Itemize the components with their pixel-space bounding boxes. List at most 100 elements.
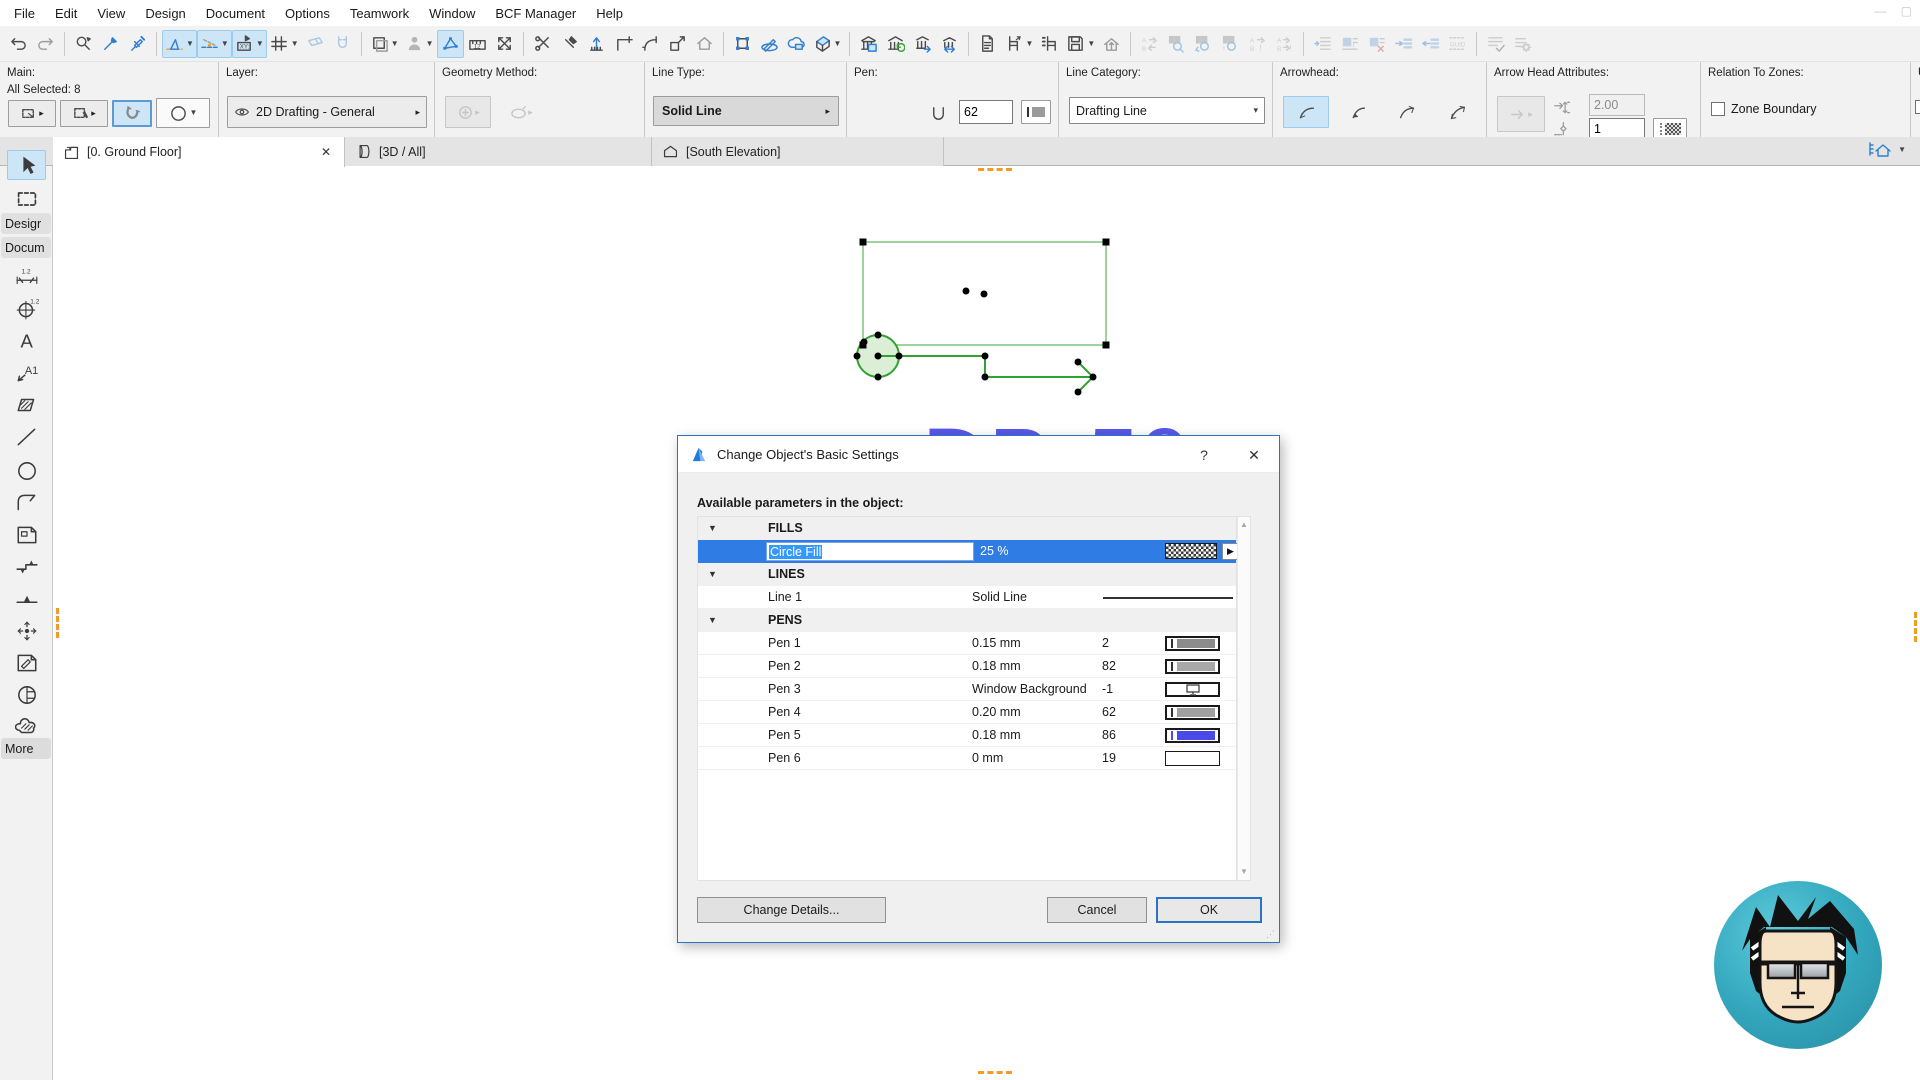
fill-pattern-swatch[interactable] <box>1165 543 1217 559</box>
find-previous-button[interactable]: A <box>1190 30 1217 58</box>
split-button[interactable] <box>529 30 556 58</box>
polyline-tool[interactable] <box>7 488 46 518</box>
new-document-button[interactable] <box>974 30 1001 58</box>
parameter-row-pen-3[interactable]: Pen 3 Window Background -1 <box>698 678 1236 701</box>
arrowhead-size-field[interactable] <box>1589 94 1645 116</box>
table-scrollbar[interactable]: ▲ ▼ <box>1237 516 1251 881</box>
dropdown-caret-icon[interactable]: ▼ <box>391 40 399 48</box>
selection-mode-button[interactable]: ▸ <box>8 100 56 127</box>
snap-grid-button[interactable]: ▼ <box>267 30 302 58</box>
find-a-button[interactable]: A <box>1163 30 1190 58</box>
parameter-value[interactable]: 0.20 mm <box>972 705 1102 719</box>
scroll-down-icon[interactable]: ▼ <box>1239 866 1249 878</box>
parameter-value[interactable]: 0.15 mm <box>972 636 1102 650</box>
parameter-name[interactable]: Pen 6 <box>742 751 972 765</box>
toolbox-group-design[interactable]: Desigr <box>1 213 51 234</box>
parameter-value[interactable]: Window Background <box>972 682 1102 696</box>
parameter-value[interactable]: 25 % <box>980 544 1009 558</box>
parameter-row-pen-5[interactable]: Pen 5 0.18 mm 86 <box>698 724 1236 747</box>
fill-tool[interactable] <box>7 390 46 420</box>
replace-all-ab-button[interactable]: AB! <box>1271 30 1298 58</box>
element-snap-button[interactable] <box>437 30 464 58</box>
guid-button[interactable]: GUID <box>1444 30 1471 58</box>
arrowhead-pen-swatch[interactable] <box>1653 118 1687 137</box>
parameter-name[interactable]: Pen 2 <box>742 659 972 673</box>
element-remove-button[interactable] <box>1363 30 1390 58</box>
dropdown-caret-icon[interactable]: ▼ <box>834 40 842 48</box>
find-next-button[interactable]: A! <box>1217 30 1244 58</box>
parameter-row-line-1[interactable]: Line 1 Solid Line <box>698 586 1236 609</box>
guide-lines-button[interactable]: ▼ <box>162 30 197 58</box>
fillet-button[interactable] <box>637 30 664 58</box>
line-type-selector[interactable]: Solid Line ▸ <box>653 96 839 126</box>
guide-marker-bottom[interactable] <box>978 1071 1012 1074</box>
parameter-value[interactable]: 0.18 mm <box>972 659 1102 673</box>
home-story-button[interactable] <box>691 30 718 58</box>
guide-marker-left[interactable] <box>56 608 59 638</box>
detail-tool[interactable] <box>7 680 46 710</box>
cloud-button[interactable] <box>783 30 810 58</box>
parameter-value[interactable]: 0.18 mm <box>972 728 1102 742</box>
parameter-value[interactable]: Solid Line <box>972 590 1102 604</box>
zoom-to-selection-button[interactable] <box>70 30 97 58</box>
object-settings-button[interactable]: ▼ <box>1001 30 1036 58</box>
arrowhead-pen-field[interactable] <box>1589 118 1645 137</box>
marquee-tool[interactable] <box>7 184 46 214</box>
menu-edit[interactable]: Edit <box>45 6 87 21</box>
dropdown-caret-icon[interactable]: ▼ <box>1025 40 1033 48</box>
navigator-popup-button[interactable]: ▼ <box>1868 140 1906 160</box>
parameter-name[interactable]: Line 1 <box>742 590 972 604</box>
circle-tool[interactable] <box>7 456 46 486</box>
snap-guides-button[interactable]: ▼ <box>197 30 232 58</box>
pen-number-field[interactable] <box>959 100 1013 124</box>
geometry-method-ellipse-button[interactable]: ▸ <box>499 96 543 128</box>
object-list-button[interactable] <box>1036 30 1063 58</box>
dialog-help-button[interactable]: ? <box>1191 444 1217 466</box>
dropdown-caret-icon[interactable]: ▼ <box>256 40 264 48</box>
arrowhead-style-2-button[interactable] <box>1335 96 1379 128</box>
dropdown-caret-icon[interactable]: ▼ <box>186 40 194 48</box>
dimension-tool[interactable]: 1.2 <box>7 262 46 292</box>
collapse-triangle-icon[interactable]: ▼ <box>698 569 742 579</box>
dropdown-caret-icon[interactable]: ▼ <box>190 109 198 117</box>
group-row-pens[interactable]: ▼ PENS <box>698 609 1236 632</box>
edit-selection-button[interactable] <box>729 30 756 58</box>
scroll-up-icon[interactable]: ▲ <box>1239 519 1249 531</box>
trim-button[interactable] <box>610 30 637 58</box>
dropdown-caret-icon[interactable]: ▼ <box>426 40 434 48</box>
pen-color-swatch[interactable] <box>1165 682 1220 697</box>
marquee-method-button[interactable]: ▸ <box>60 100 108 127</box>
menu-bcf-manager[interactable]: BCF Manager <box>485 6 586 21</box>
coordinate-input-button[interactable]: XY:▼ <box>232 30 267 58</box>
ok-button[interactable]: OK <box>1156 897 1262 923</box>
worksheet-tool[interactable] <box>7 648 46 678</box>
drag-button[interactable] <box>583 30 610 58</box>
toolbox-group-document[interactable]: Docum <box>1 237 51 258</box>
dimension-units-button[interactable]: 12 <box>464 30 491 58</box>
dropdown-caret-icon[interactable]: ▼ <box>291 40 299 48</box>
floor-plan-cut-plane-button[interactable]: ▼ <box>367 30 402 58</box>
undo-button[interactable] <box>5 30 32 58</box>
clipped-checkbox[interactable] <box>1915 100 1920 114</box>
menu-file[interactable]: File <box>4 6 45 21</box>
trace-reference-button[interactable]: ▼ <box>402 30 437 58</box>
tab-south-elevation[interactable]: [South Elevation] <box>652 137 944 166</box>
parameter-row-pen-4[interactable]: Pen 4 0.20 mm 62 <box>698 701 1236 724</box>
gravity-button[interactable] <box>329 30 356 58</box>
level-dimension-tool[interactable]: 1.2 <box>7 294 46 324</box>
maximize-icon[interactable]: ▢ <box>1901 4 1912 18</box>
figure-tool[interactable] <box>7 520 46 550</box>
text-tool[interactable]: A <box>7 326 46 356</box>
pen-color-swatch[interactable] <box>1021 100 1051 124</box>
merge-in-button[interactable] <box>1390 30 1417 58</box>
elevation-tool[interactable] <box>7 584 46 614</box>
tab-ground-floor[interactable]: [0. Ground Floor] ✕ <box>53 137 345 167</box>
menu-view[interactable]: View <box>87 6 135 21</box>
guide-marker-right[interactable] <box>1914 612 1917 642</box>
geometry-method-center-button[interactable]: ▸ <box>445 96 491 128</box>
arrow-type-button[interactable]: ▸ <box>1497 96 1545 132</box>
dropdown-caret-icon[interactable]: ▼ <box>221 40 229 48</box>
parameter-name[interactable]: Pen 5 <box>742 728 972 742</box>
parameter-name-editor[interactable]: Circle Fill <box>766 542 974 561</box>
layer-selector[interactable]: 2D Drafting - General ▸ <box>227 96 427 128</box>
